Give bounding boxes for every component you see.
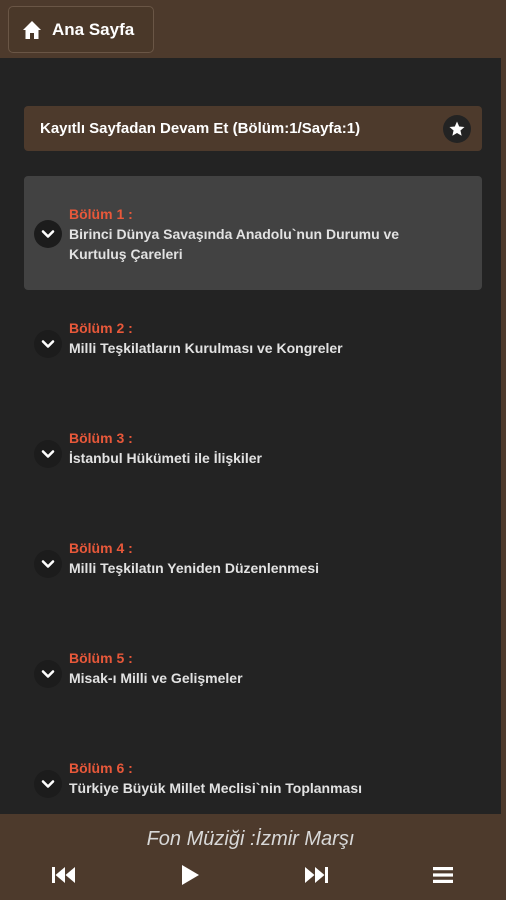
chapter-number: Bölüm 4 : — [69, 540, 133, 556]
home-icon — [23, 20, 41, 39]
previous-icon — [52, 867, 75, 883]
play-button[interactable] — [178, 862, 202, 888]
chapter-title: İstanbul Hükümeti ile İlişkiler — [69, 450, 262, 466]
chapter-title: Milli Teşkilatların Kurulması ve Kongrel… — [69, 340, 343, 356]
chapter-number: Bölüm 1 : — [69, 206, 133, 222]
next-button[interactable] — [302, 862, 330, 888]
chevron-down-icon[interactable] — [34, 220, 62, 248]
next-icon — [305, 867, 328, 883]
chapter-title: Misak-ı Milli ve Gelişmeler — [69, 670, 243, 686]
chapter-title: Milli Teşkilatın Yeniden Düzenlenmesi — [69, 560, 319, 576]
bookmark-button[interactable] — [443, 115, 471, 143]
home-label: Ana Sayfa — [52, 19, 135, 39]
chevron-down-icon[interactable] — [34, 330, 62, 358]
chapter-number: Bölüm 3 : — [69, 430, 133, 446]
chapter-item-3[interactable]: Bölüm 3 : İstanbul Hükümeti ile İlişkile… — [24, 400, 482, 510]
chapter-list: Bölüm 1 : Birinci Dünya Savaşında Anadol… — [24, 176, 482, 840]
chapter-number: Bölüm 2 : — [69, 320, 133, 336]
chapter-item-1[interactable]: Bölüm 1 : Birinci Dünya Savaşında Anadol… — [24, 176, 482, 290]
chapter-item-2[interactable]: Bölüm 2 : Milli Teşkilatların Kurulması … — [24, 290, 482, 400]
home-button[interactable]: Ana Sayfa — [8, 6, 154, 53]
star-icon — [449, 121, 465, 136]
chevron-down-icon[interactable] — [34, 550, 62, 578]
menu-button[interactable] — [431, 862, 455, 888]
chapter-title: Türkiye Büyük Millet Meclisi`nin Toplanm… — [69, 780, 363, 796]
chevron-down-icon[interactable] — [34, 770, 62, 798]
background-music-title: Fon Müziği :İzmir Marşı — [146, 828, 355, 850]
resume-reading-button[interactable]: Kayıtlı Sayfadan Devam Et (Bölüm:1/Sayfa… — [24, 106, 482, 151]
chapter-item-4[interactable]: Bölüm 4 : Milli Teşkilatın Yeniden Düzen… — [24, 510, 482, 620]
resume-label: Kayıtlı Sayfadan Devam Et (Bölüm:1/Sayfa… — [40, 120, 361, 137]
chapter-item-5[interactable]: Bölüm 5 : Misak-ı Milli ve Gelişmeler — [24, 620, 482, 730]
chapter-title: Birinci Dünya Savaşında Anadolu`nun Duru… — [69, 226, 400, 262]
chevron-down-icon[interactable] — [34, 660, 62, 688]
top-bar: Ana Sayfa — [0, 0, 501, 58]
menu-icon — [433, 867, 453, 883]
play-icon — [182, 865, 199, 885]
window-edge — [501, 0, 506, 900]
chevron-down-icon[interactable] — [34, 440, 62, 468]
chapter-number: Bölüm 5 : — [69, 650, 133, 666]
previous-button[interactable] — [50, 862, 78, 888]
music-player-bar: Fon Müziği :İzmir Marşı — [0, 814, 501, 900]
chapter-number: Bölüm 6 : — [69, 760, 133, 776]
